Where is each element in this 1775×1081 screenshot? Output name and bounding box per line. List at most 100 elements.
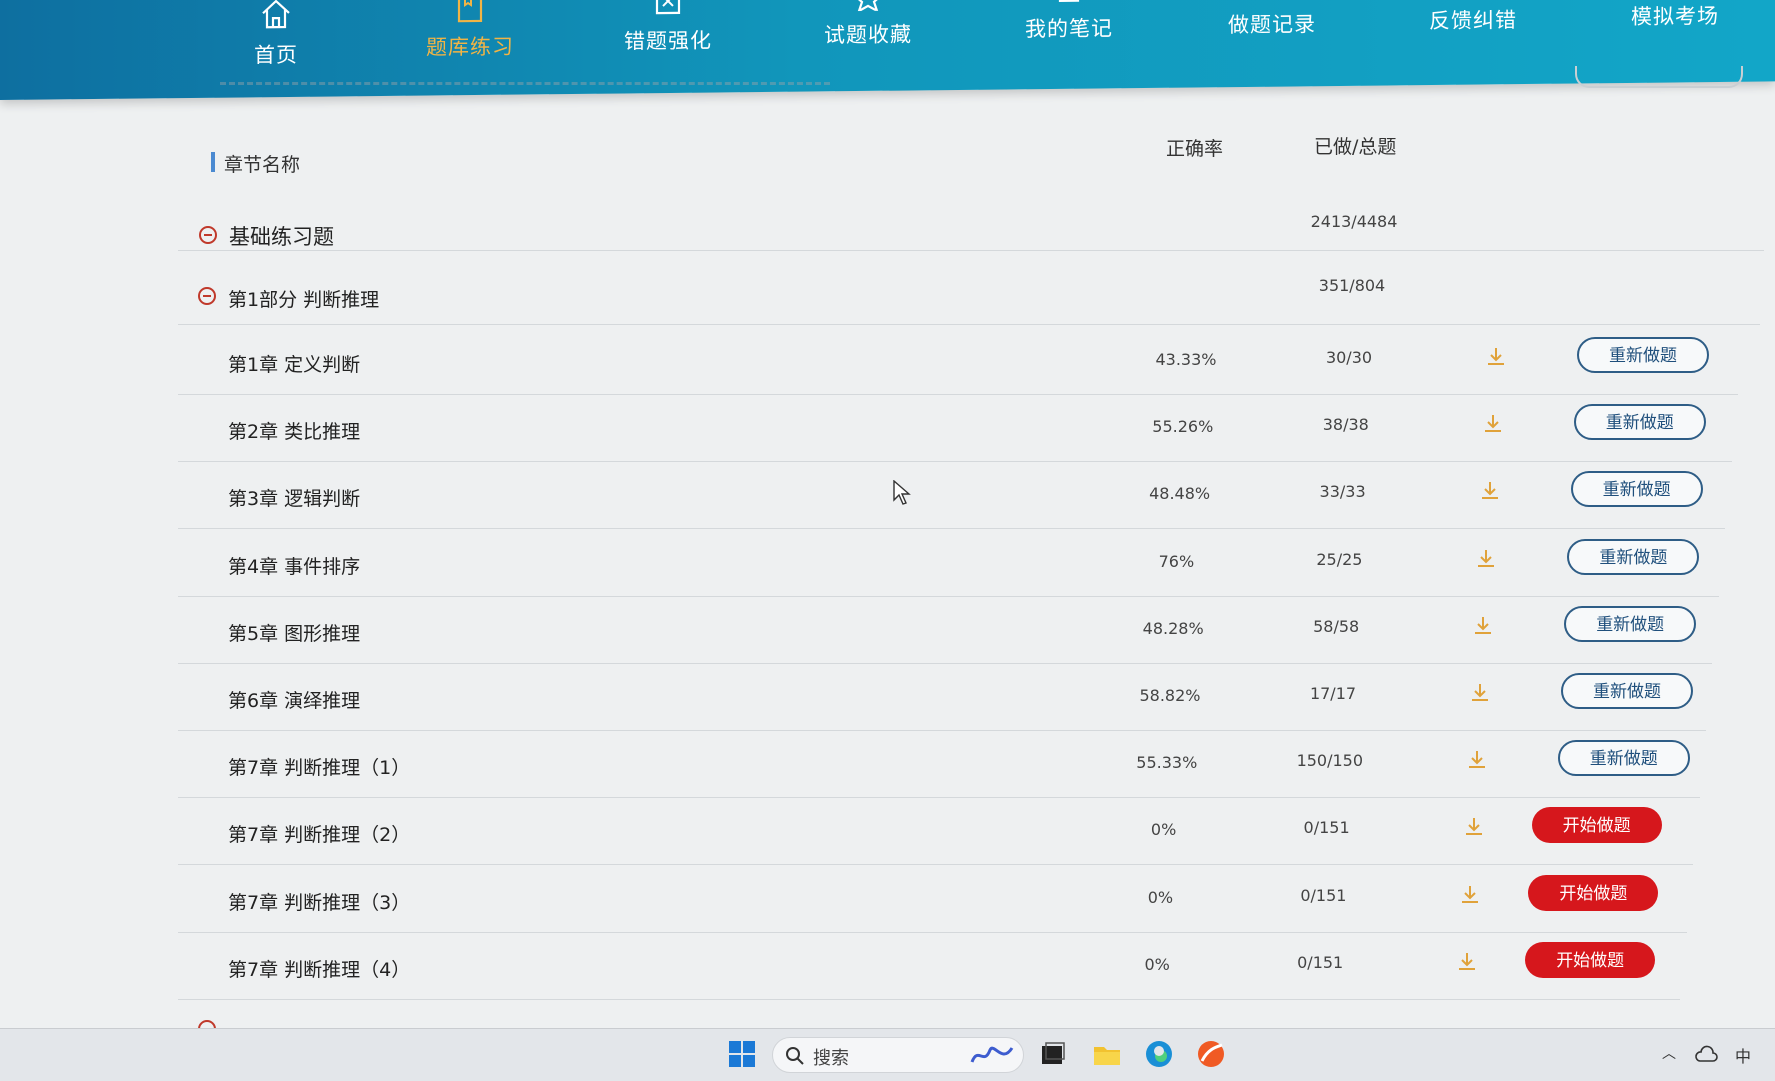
download-icon[interactable] (1485, 346, 1507, 368)
taskbar-search-placeholder: 搜索 (813, 1048, 849, 1069)
chapter-done-total: 30/30 (1325, 348, 1373, 367)
nav-feedback-label: 反馈纠错 (1429, 8, 1517, 34)
nav-notes-label: 我的笔记 (1025, 16, 1113, 42)
home-icon (262, 0, 290, 29)
download-icon[interactable] (1463, 816, 1485, 838)
header-done-total: 已做/总题 (1314, 136, 1397, 158)
chapter-name: 第7章 判断推理（3） (228, 891, 411, 914)
chapter-name: 第7章 判断推理（4） (228, 958, 411, 981)
chapter-accuracy: 76% (1158, 551, 1195, 571)
edge-browser-icon[interactable] (1144, 1039, 1174, 1069)
part-done-total: 351/804 (1318, 276, 1386, 295)
next-part-row-partial (0, 1012, 1775, 1028)
chapter-accuracy: 55.26% (1152, 417, 1214, 437)
nav-notes[interactable]: 我的笔记 (969, 0, 1169, 76)
section-done-total: 2413/4484 (1310, 212, 1398, 231)
chapter-name: 第4章 事件排序 (228, 555, 361, 578)
nav-mock-exam[interactable]: 模拟考场 (1575, 0, 1775, 70)
mouse-cursor-icon (893, 480, 911, 505)
chapter-done-total: 0/151 (1300, 885, 1347, 905)
chapter-done-total: 150/150 (1296, 751, 1364, 771)
collapse-icon[interactable] (199, 226, 217, 244)
chapter-row: 第6章 演绎推理 58.82% 17/17 重新做题 (0, 668, 1775, 731)
redo-button[interactable]: 重新做题 (1570, 471, 1703, 508)
app-icon[interactable] (1196, 1039, 1226, 1069)
tray-chevron-icon[interactable]: ︿ (1662, 1043, 1676, 1063)
star-icon (851, 0, 885, 12)
download-icon[interactable] (1466, 749, 1488, 771)
chapter-row: 第7章 判断推理（2） 0% 0/151 开始做题 (0, 802, 1775, 866)
chapter-done-total: 17/17 (1309, 684, 1357, 703)
ime-indicator[interactable]: 中 (1735, 1043, 1751, 1067)
book-icon (457, 0, 483, 23)
download-icon[interactable] (1472, 615, 1494, 637)
chapter-accuracy: 55.33% (1136, 753, 1198, 773)
wrong-question-icon (655, 0, 681, 15)
chapter-name: 第7章 判断推理（1） (228, 757, 411, 780)
header-accuracy: 正确率 (1166, 138, 1224, 160)
download-icon[interactable] (1456, 951, 1478, 973)
chapter-done-total: 58/58 (1313, 616, 1360, 636)
redo-button[interactable]: 重新做题 (1564, 605, 1697, 642)
note-icon (1058, 0, 1080, 3)
chapter-accuracy: 0% (1150, 820, 1177, 840)
chapter-done-total: 33/33 (1319, 482, 1366, 502)
collapse-icon[interactable] (198, 287, 216, 305)
redo-button[interactable]: 重新做题 (1561, 673, 1693, 709)
redo-button[interactable]: 重新做题 (1577, 337, 1709, 373)
download-icon[interactable] (1479, 480, 1501, 502)
chapter-name: 第2章 类比推理 (228, 421, 361, 444)
search-highlight-icon (970, 1046, 1014, 1063)
chapter-row: 第7章 判断推理（1） 55.33% 150/150 重新做题 (0, 735, 1775, 799)
cloud-icon[interactable] (1694, 1045, 1718, 1063)
chapter-accuracy: 58.82% (1139, 686, 1201, 705)
download-icon[interactable] (1459, 884, 1481, 906)
chapter-row: 第5章 图形推理 48.28% 58/58 重新做题 (0, 601, 1775, 664)
task-view-icon[interactable] (1038, 1039, 1068, 1069)
nav-feedback[interactable]: 反馈纠错 (1373, 0, 1573, 72)
nav-question-bank[interactable]: 题库练习 (370, 0, 570, 82)
start-practice-button[interactable]: 开始做题 (1528, 874, 1659, 911)
chapter-accuracy: 48.28% (1142, 618, 1204, 638)
windows-taskbar: 搜索 ︿ 中 (0, 1028, 1775, 1081)
chapter-row: 第7章 判断推理（3） 0% 0/151 开始做题 (0, 870, 1775, 933)
nav-favorites[interactable]: 试题收藏 (768, 0, 968, 78)
download-icon[interactable] (1469, 682, 1491, 704)
chapter-row: 第2章 类比推理 55.26% 38/38 重新做题 (0, 399, 1775, 463)
nav-home-label: 首页 (254, 42, 298, 68)
chapter-row: 第3章 逻辑判断 48.48% 33/33 重新做题 (0, 466, 1775, 530)
redo-button[interactable]: 重新做题 (1573, 404, 1706, 441)
section-name: 基础练习题 (229, 225, 334, 249)
download-icon[interactable] (1475, 548, 1497, 570)
chapter-done-total: 0/151 (1297, 952, 1344, 972)
nav-wrong-questions-label: 错题强化 (624, 28, 712, 54)
nav-question-bank-label: 题库练习 (426, 34, 514, 60)
start-practice-button[interactable]: 开始做题 (1525, 941, 1656, 978)
chapter-done-total: 25/25 (1316, 549, 1363, 569)
redo-button[interactable]: 重新做题 (1557, 740, 1690, 777)
chapter-accuracy: 0% (1147, 887, 1174, 907)
partial-button[interactable] (1575, 66, 1743, 88)
nav-home[interactable]: 首页 (176, 0, 376, 84)
header-accent-bar (211, 152, 215, 172)
download-icon[interactable] (1482, 413, 1504, 435)
chapter-row: 第4章 事件排序 76% 25/25 重新做题 (0, 534, 1775, 597)
nav-wrong-questions[interactable]: 错题强化 (568, 0, 768, 80)
record-icon (1255, 0, 1289, 1)
chapter-name: 第6章 演绎推理 (228, 690, 361, 712)
file-explorer-icon[interactable] (1092, 1039, 1122, 1069)
nav-favorites-label: 试题收藏 (824, 22, 912, 48)
collapse-icon[interactable] (198, 1020, 216, 1028)
chapter-row: 第7章 判断推理（4） 0% 0/151 开始做题 (0, 937, 1775, 1000)
taskbar-search-box[interactable]: 搜索 (772, 1037, 1024, 1073)
windows-start-icon[interactable] (727, 1039, 757, 1069)
header-chapter-name: 章节名称 (224, 154, 301, 176)
chapter-name: 第3章 逻辑判断 (228, 488, 361, 511)
chapter-accuracy: 0% (1144, 954, 1170, 974)
chapter-row: 第1章 定义判断 43.33% 30/30 重新做题 (0, 332, 1775, 395)
filter-bar-fragment (220, 82, 830, 95)
chapter-name: 第1章 定义判断 (228, 354, 361, 376)
nav-records[interactable]: 做题记录 (1172, 0, 1372, 74)
start-practice-button[interactable]: 开始做题 (1531, 807, 1662, 844)
redo-button[interactable]: 重新做题 (1567, 538, 1700, 575)
